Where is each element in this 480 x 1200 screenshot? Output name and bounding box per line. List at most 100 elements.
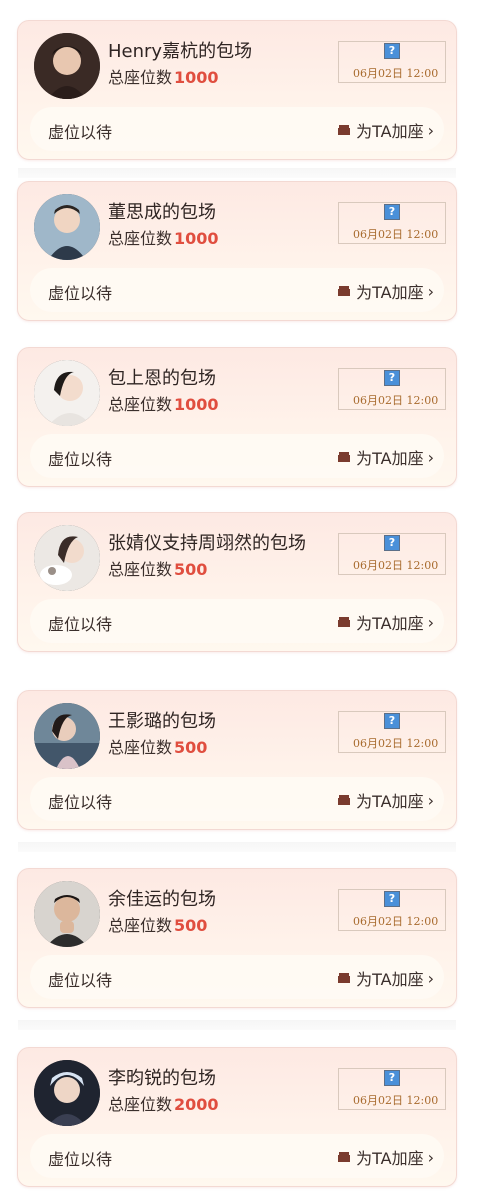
status-text: 虚位以待 [48, 615, 113, 634]
time-image-box: ? 06月02日 12:00 [338, 889, 446, 931]
start-time: 06月02日 12:00 [353, 394, 439, 407]
time-image-box: ? 06月02日 12:00 [338, 533, 446, 575]
seat-label: 总座位数 [108, 229, 173, 248]
start-time: 06月02日 12:00 [353, 228, 439, 241]
seat-count: 1000 [174, 229, 219, 248]
booking-card[interactable]: 包上恩的包场 总座位数 1000 ? 06月02日 12:00 虚位以待 为TA加… [17, 347, 457, 487]
seat-label: 总座位数 [108, 560, 173, 579]
time-image-box: ? 06月02日 12:00 [338, 1068, 446, 1110]
start-time: 06月02日 12:00 [353, 915, 439, 928]
chevron-right-icon: › [427, 968, 434, 988]
booking-card[interactable]: 余佳运的包场 总座位数 500 ? 06月02日 12:00 虚位以待 为TA加座… [17, 868, 457, 1008]
action-bar: 虚位以待 为TA加座 › [30, 268, 444, 312]
seat-count: 500 [174, 916, 208, 935]
seat-count: 500 [174, 560, 208, 579]
time-image-box: ? 06月02日 12:00 [338, 41, 446, 83]
status-text: 虚位以待 [48, 284, 113, 303]
sofa-icon [338, 973, 351, 983]
status-text: 虚位以待 [48, 971, 113, 990]
seat-count: 500 [174, 738, 208, 757]
divider [18, 1020, 456, 1030]
add-seat-label: 为TA加座 [356, 283, 424, 302]
seat-count: 1000 [174, 395, 219, 414]
sofa-icon [338, 452, 351, 462]
sofa-icon [338, 795, 351, 805]
chevron-right-icon: › [427, 281, 434, 301]
broken-image-icon: ? [384, 370, 400, 386]
booking-card[interactable]: 王影璐的包场 总座位数 500 ? 06月02日 12:00 虚位以待 为TA加座… [17, 690, 457, 830]
add-seat-button[interactable]: 为TA加座 › [336, 1145, 434, 1169]
status-text: 虚位以待 [48, 450, 113, 469]
divider [18, 842, 456, 852]
seat-info: 总座位数 2000 [108, 1091, 219, 1115]
broken-image-icon: ? [384, 43, 400, 59]
seat-label: 总座位数 [108, 395, 173, 414]
sofa-icon [338, 125, 351, 135]
chevron-right-icon: › [427, 447, 434, 467]
avatar [34, 703, 100, 769]
add-seat-label: 为TA加座 [356, 792, 424, 811]
broken-image-icon: ? [384, 1070, 400, 1086]
time-image-box: ? 06月02日 12:00 [338, 202, 446, 244]
action-bar: 虚位以待 为TA加座 › [30, 434, 444, 478]
action-bar: 虚位以待 为TA加座 › [30, 107, 444, 151]
add-seat-button[interactable]: 为TA加座 › [336, 966, 434, 990]
action-bar: 虚位以待 为TA加座 › [30, 955, 444, 999]
booking-card[interactable]: 董思成的包场 总座位数 1000 ? 06月02日 12:00 虚位以待 为TA加… [17, 181, 457, 321]
card-title: 董思成的包场 [108, 202, 216, 223]
avatar [34, 194, 100, 260]
add-seat-button[interactable]: 为TA加座 › [336, 788, 434, 812]
card-title: 王影璐的包场 [108, 711, 216, 732]
avatar [34, 360, 100, 426]
seat-info: 总座位数 1000 [108, 391, 219, 415]
seat-label: 总座位数 [108, 916, 173, 935]
seat-label: 总座位数 [108, 1095, 173, 1114]
start-time: 06月02日 12:00 [353, 737, 439, 750]
add-seat-button[interactable]: 为TA加座 › [336, 118, 434, 142]
card-title: Henry嘉杭的包场 [108, 41, 253, 62]
seat-info: 总座位数 500 [108, 556, 207, 580]
action-bar: 虚位以待 为TA加座 › [30, 777, 444, 821]
add-seat-button[interactable]: 为TA加座 › [336, 610, 434, 634]
sofa-icon [338, 1152, 351, 1162]
seat-count: 1000 [174, 68, 219, 87]
chevron-right-icon: › [427, 612, 434, 632]
broken-image-icon: ? [384, 713, 400, 729]
add-seat-label: 为TA加座 [356, 122, 424, 141]
seat-info: 总座位数 1000 [108, 225, 219, 249]
sofa-icon [338, 286, 351, 296]
add-seat-button[interactable]: 为TA加座 › [336, 279, 434, 303]
seat-count: 2000 [174, 1095, 219, 1114]
status-text: 虚位以待 [48, 793, 113, 812]
broken-image-icon: ? [384, 535, 400, 551]
avatar [34, 525, 100, 591]
add-seat-label: 为TA加座 [356, 970, 424, 989]
broken-image-icon: ? [384, 891, 400, 907]
avatar [34, 881, 100, 947]
seat-label: 总座位数 [108, 68, 173, 87]
start-time: 06月02日 12:00 [353, 1094, 439, 1107]
chevron-right-icon: › [427, 120, 434, 140]
status-text: 虚位以待 [48, 1150, 113, 1169]
booking-card[interactable]: 李昀锐的包场 总座位数 2000 ? 06月02日 12:00 虚位以待 为TA加… [17, 1047, 457, 1187]
card-title: 包上恩的包场 [108, 368, 216, 389]
action-bar: 虚位以待 为TA加座 › [30, 1134, 444, 1178]
card-title: 张婧仪支持周翊然的包场 [108, 533, 306, 554]
time-image-box: ? 06月02日 12:00 [338, 368, 446, 410]
status-text: 虚位以待 [48, 123, 113, 142]
seat-info: 总座位数 500 [108, 912, 207, 936]
booking-card[interactable]: 张婧仪支持周翊然的包场 总座位数 500 ? 06月02日 12:00 虚位以待 … [17, 512, 457, 652]
start-time: 06月02日 12:00 [353, 67, 439, 80]
start-time: 06月02日 12:00 [353, 559, 439, 572]
booking-card[interactable]: Henry嘉杭的包场 总座位数 1000 ? 06月02日 12:00 虚位以待 … [17, 20, 457, 160]
chevron-right-icon: › [427, 1147, 434, 1167]
time-image-box: ? 06月02日 12:00 [338, 711, 446, 753]
add-seat-button[interactable]: 为TA加座 › [336, 445, 434, 469]
seat-info: 总座位数 500 [108, 734, 207, 758]
card-title: 李昀锐的包场 [108, 1068, 216, 1089]
action-bar: 虚位以待 为TA加座 › [30, 599, 444, 643]
divider [18, 168, 456, 178]
add-seat-label: 为TA加座 [356, 614, 424, 633]
chevron-right-icon: › [427, 790, 434, 810]
card-title: 余佳运的包场 [108, 889, 216, 910]
